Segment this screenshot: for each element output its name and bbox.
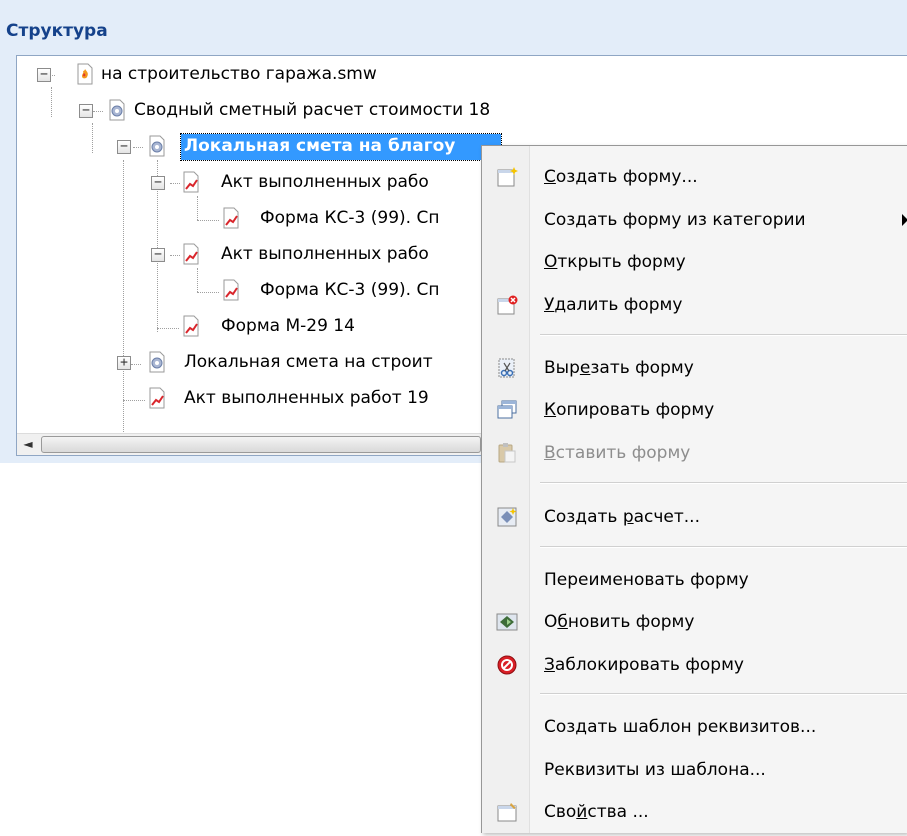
menu-separator <box>540 546 907 548</box>
tree-node-label[interactable]: Акт выполненных рабо <box>218 170 432 196</box>
menu-separator <box>540 334 907 336</box>
menu-item-open-form[interactable]: Открыть форму <box>482 238 907 286</box>
tree-node-label[interactable]: Форма КС-3 (99). Сп <box>257 278 442 304</box>
chart-doc-icon <box>183 243 199 265</box>
chart-doc-icon <box>223 207 239 229</box>
submenu-arrow-icon <box>902 214 907 226</box>
collapse-toggle[interactable]: − <box>151 176 165 190</box>
menu-item-delete-form[interactable]: Удалить форму <box>482 281 907 329</box>
document-flame-icon <box>77 63 93 85</box>
collapse-toggle[interactable]: − <box>79 104 93 118</box>
chart-doc-icon <box>149 387 165 409</box>
refresh-icon <box>496 613 518 631</box>
tree-node-label[interactable]: на строительство гаража.smw <box>98 62 380 88</box>
menu-item-create-form-from-category[interactable]: Создать форму из категории <box>482 196 907 244</box>
tree-connector <box>123 400 145 401</box>
menu-item-rename-form[interactable]: Переименовать форму <box>482 556 907 604</box>
gear-icon <box>149 135 165 157</box>
menu-separator <box>540 482 907 484</box>
menu-item-cut-form[interactable]: Вырезать форму <box>482 344 907 392</box>
gear-icon <box>149 351 165 373</box>
menu-item-label: Свойства ... <box>544 802 649 822</box>
menu-item-create-requisites-template[interactable]: Создать шаблон реквизитов... <box>482 703 907 751</box>
delete-form-icon <box>497 295 518 315</box>
tree-node-label[interactable]: Акт выполненных рабо <box>218 242 432 268</box>
chart-doc-icon <box>223 279 239 301</box>
expand-toggle[interactable]: + <box>117 356 131 370</box>
tree-connector <box>197 268 198 292</box>
scroll-thumb[interactable] <box>41 436 481 453</box>
menu-item-properties[interactable]: Свойства ... <box>482 788 907 836</box>
paste-icon <box>498 443 516 463</box>
tree-connector <box>123 160 124 440</box>
menu-item-label: Заблокировать форму <box>544 655 744 675</box>
chart-doc-icon <box>183 171 199 193</box>
menu-item-label: Удалить форму <box>544 295 683 315</box>
menu-item-create-form[interactable]: Создать форму... <box>482 153 907 201</box>
tree-connector <box>133 147 143 148</box>
menu-item-copy-form[interactable]: Копировать форму <box>482 386 907 434</box>
create-calc-icon <box>497 507 517 527</box>
tree-node-label[interactable]: Локальная смета на строит <box>181 350 436 376</box>
menu-item-label: Вырезать форму <box>544 358 694 378</box>
tree-connector <box>197 196 198 220</box>
tree-node-label[interactable]: Форма М-29 14 <box>218 314 358 340</box>
menu-item-label: Обновить форму <box>544 612 695 632</box>
tree-connector <box>51 87 52 117</box>
scroll-left-button[interactable]: ◄ <box>17 434 39 455</box>
menu-item-label: Реквизиты из шаблона... <box>544 760 766 780</box>
collapse-toggle[interactable]: − <box>117 140 131 154</box>
block-icon <box>497 655 517 675</box>
menu-item-paste-form[interactable]: Вставить форму <box>482 429 907 477</box>
cut-icon <box>498 358 515 378</box>
collapse-toggle[interactable]: − <box>151 248 165 262</box>
tree-connector <box>197 292 219 293</box>
menu-item-label: Переименовать форму <box>544 570 749 590</box>
tree-connector <box>93 111 103 112</box>
gear-icon <box>109 99 125 121</box>
menu-item-label: Открыть форму <box>544 252 686 272</box>
tree-node-label[interactable]: Акт выполненных работ 19 <box>181 386 432 412</box>
copy-icon <box>497 400 517 419</box>
menu-item-label: Вставить форму <box>544 443 691 463</box>
tree-connector <box>92 123 93 153</box>
menu-item-create-calculation[interactable]: Создать расчет... <box>482 493 907 541</box>
menu-item-block-form[interactable]: Заблокировать форму <box>482 641 907 689</box>
new-form-icon <box>497 167 518 187</box>
properties-icon <box>497 803 517 822</box>
menu-item-label: Создать шаблон реквизитов... <box>544 717 817 737</box>
menu-item-label: Копировать форму <box>544 400 715 420</box>
menu-item-label: Создать форму... <box>544 167 698 187</box>
menu-item-label: Создать расчет... <box>544 507 700 527</box>
context-menu: Создать форму... Создать форму из катего… <box>481 145 907 833</box>
tree-connector <box>170 183 180 184</box>
menu-separator <box>540 693 907 695</box>
tree-connector <box>157 328 179 329</box>
menu-item-label: Создать форму из категории <box>544 210 806 230</box>
tree-connector <box>170 255 180 256</box>
tree-node-label[interactable]: Форма КС-3 (99). Сп <box>257 206 442 232</box>
tree-connector <box>131 364 141 365</box>
collapse-toggle[interactable]: − <box>37 68 51 82</box>
chart-doc-icon <box>183 315 199 337</box>
menu-item-requisites-from-template[interactable]: Реквизиты из шаблона... <box>482 746 907 794</box>
menu-item-refresh-form[interactable]: Обновить форму <box>482 598 907 646</box>
tree-node-label[interactable]: Сводный сметный расчет стоимости 18 <box>131 98 493 124</box>
tree-node-label-selected[interactable]: Локальная смета на благоу <box>180 133 502 161</box>
panel-title: Структура <box>6 21 108 41</box>
tree-connector <box>197 220 219 221</box>
